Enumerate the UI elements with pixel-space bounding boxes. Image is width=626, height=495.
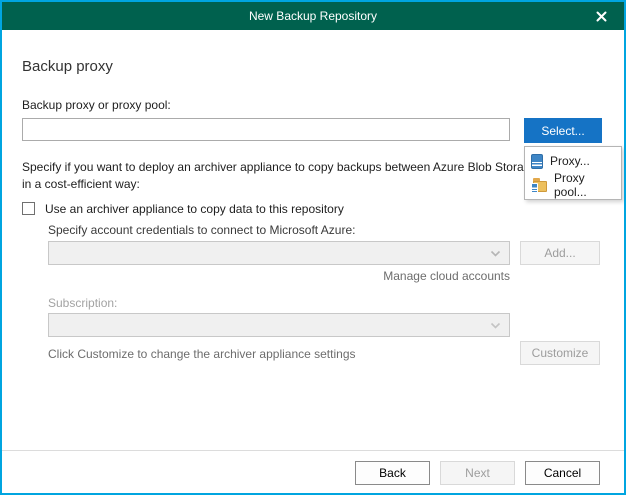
select-dropdown-menu: Proxy... Proxy pool... [524,146,622,200]
window-title: New Backup Repository [249,9,377,23]
menu-item-proxy-label: Proxy... [550,154,590,168]
proxy-pool-label: Backup proxy or proxy pool: [22,98,171,112]
menu-item-proxy[interactable]: Proxy... [525,149,621,173]
close-button[interactable] [586,2,616,30]
proxy-input[interactable] [22,118,510,141]
subscription-combobox[interactable] [48,313,510,337]
archiver-description-line1: Specify if you want to deploy an archive… [22,159,537,176]
credentials-label: Specify account credentials to connect t… [48,223,356,237]
title-bar: New Backup Repository [2,2,624,30]
add-button[interactable]: Add... [520,241,600,265]
customize-button[interactable]: Customize [520,341,600,365]
page-title: Backup proxy [22,58,113,75]
archiver-appliance-checkbox-label: Use an archiver appliance to copy data t… [45,202,344,216]
proxy-server-icon [531,154,543,169]
select-button[interactable]: Select... [524,118,602,143]
proxy-pool-icon [531,178,547,193]
close-icon [596,11,607,22]
back-button[interactable]: Back [355,461,430,485]
menu-item-proxy-pool[interactable]: Proxy pool... [525,173,621,197]
customize-hint: Click Customize to change the archiver a… [48,347,356,361]
footer-separator [2,450,624,451]
credentials-combobox[interactable] [48,241,510,265]
subscription-label: Subscription: [48,296,117,310]
dialog-new-backup-repository: New Backup Repository Backup proxy Backu… [0,0,626,495]
chevron-down-icon [490,250,501,257]
cancel-button[interactable]: Cancel [525,461,600,485]
manage-cloud-accounts-link[interactable]: Manage cloud accounts [48,269,510,283]
menu-item-proxy-pool-label: Proxy pool... [554,171,615,199]
archiver-description: Specify if you want to deploy an archive… [22,159,537,193]
archiver-appliance-checkbox[interactable] [22,202,35,215]
chevron-down-icon [490,322,501,329]
archiver-description-line2: in a cost-efficient way: [22,176,537,193]
next-button[interactable]: Next [440,461,515,485]
